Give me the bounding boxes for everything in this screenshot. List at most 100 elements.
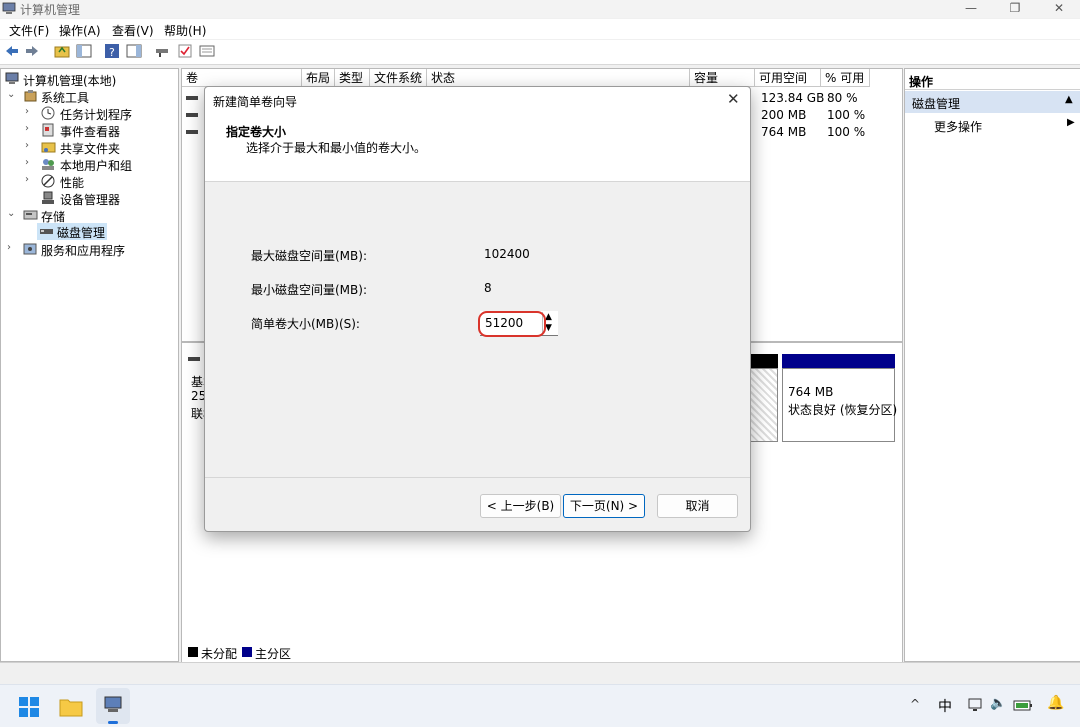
storage-icon bbox=[23, 210, 38, 220]
file-explorer-icon[interactable] bbox=[59, 696, 83, 718]
tree-item-shared-folders[interactable]: › 共享文件夹 bbox=[3, 139, 173, 156]
menu-help[interactable]: 帮助(H) bbox=[164, 22, 206, 39]
tree-item-label: 事件查看器 bbox=[60, 125, 121, 139]
services-icon bbox=[23, 243, 37, 255]
device-manager-icon bbox=[42, 191, 54, 204]
chevron-down-icon[interactable]: ⌄ bbox=[7, 89, 17, 100]
toolbar: ? bbox=[0, 40, 1080, 65]
title-bar: 计算机管理 — ❐ ✕ bbox=[0, 0, 1080, 18]
tree-item-disk-management[interactable]: 磁盘管理 bbox=[37, 223, 107, 240]
actions-section-label: 磁盘管理 bbox=[912, 97, 961, 111]
tree-item-device-manager[interactable]: 设备管理器 bbox=[3, 190, 173, 207]
tree-item-services-apps[interactable]: › 服务和应用程序 bbox=[3, 241, 173, 258]
partition-size: 764 MB bbox=[788, 385, 834, 399]
table-cell-free: 123.84 GB bbox=[761, 91, 825, 105]
minimize-button[interactable]: — bbox=[948, 0, 994, 18]
collapse-icon[interactable]: ▲ bbox=[1065, 94, 1073, 105]
legend-unallocated-swatch bbox=[188, 647, 198, 657]
tree-item-label: 服务和应用程序 bbox=[41, 244, 126, 258]
column-header-status[interactable]: 状态 bbox=[427, 69, 690, 87]
network-icon[interactable] bbox=[967, 697, 983, 713]
close-window-button[interactable]: ✕ bbox=[1036, 0, 1080, 18]
table-cell-free: 200 MB bbox=[761, 108, 807, 122]
maximize-button[interactable]: ❐ bbox=[992, 0, 1038, 18]
column-header-capacity[interactable]: 容量 bbox=[690, 69, 755, 87]
help-icon[interactable]: ? bbox=[104, 43, 120, 59]
show-hide-tree-icon[interactable] bbox=[76, 43, 92, 59]
menu-bar: 文件(F) 操作(A) 查看(V) 帮助(H) bbox=[0, 19, 1080, 39]
spinner-down-icon[interactable]: ▼ bbox=[545, 323, 552, 333]
windows-start-icon[interactable] bbox=[18, 696, 40, 718]
wizard-subheading: 选择介于最大和最小值的卷大小。 bbox=[246, 141, 427, 155]
chevron-right-icon[interactable]: › bbox=[25, 174, 35, 185]
checklist-icon[interactable] bbox=[177, 43, 193, 59]
unallocated-bar bbox=[748, 354, 778, 368]
chevron-right-icon[interactable]: › bbox=[25, 123, 35, 134]
ime-indicator[interactable]: 中 bbox=[938, 696, 952, 716]
tree-item-label: 性能 bbox=[60, 176, 85, 190]
actions-header: 操作 bbox=[905, 69, 1080, 90]
back-button[interactable]: < 上一步(B) bbox=[480, 494, 561, 518]
up-folder-icon[interactable] bbox=[54, 43, 70, 59]
actions-header-label: 操作 bbox=[909, 75, 934, 89]
tree-item-system-tools[interactable]: ⌄ 系统工具 bbox=[3, 88, 173, 105]
column-header-percent-free[interactable]: % 可用 bbox=[821, 69, 870, 87]
recovery-partition[interactable]: 764 MB 状态良好 (恢复分区) bbox=[782, 368, 898, 442]
menu-action[interactable]: 操作(A) bbox=[59, 22, 101, 39]
tree-item-label: 本地用户和组 bbox=[60, 159, 133, 173]
table-cell-pct: 100 % bbox=[827, 108, 866, 122]
dialog-close-icon[interactable]: ✕ bbox=[727, 90, 740, 108]
connect-icon[interactable] bbox=[154, 43, 170, 59]
computer-management-icon bbox=[104, 696, 122, 712]
actions-section-disk-management[interactable]: 磁盘管理 ▲ bbox=[905, 91, 1080, 113]
tree-item-storage[interactable]: ⌄ 存储 bbox=[3, 207, 173, 224]
tree-root[interactable]: 计算机管理(本地) bbox=[3, 71, 173, 88]
notification-bell-icon[interactable]: 🔔 bbox=[1047, 695, 1064, 711]
tree-item-label: 磁盘管理 bbox=[57, 226, 106, 240]
menu-view[interactable]: 查看(V) bbox=[112, 22, 154, 39]
column-header-layout[interactable]: 布局 bbox=[302, 69, 335, 87]
tree-item-local-users[interactable]: › 本地用户和组 bbox=[3, 156, 173, 173]
taskbar-computer-management[interactable] bbox=[96, 688, 130, 724]
column-header-free-space[interactable]: 可用空间 bbox=[755, 69, 821, 87]
active-indicator bbox=[108, 721, 118, 724]
tree-item-performance[interactable]: › 性能 bbox=[3, 173, 173, 190]
primary-partition-bar bbox=[782, 354, 895, 368]
chevron-right-icon[interactable]: › bbox=[7, 242, 17, 253]
spinner-up-icon[interactable]: ▲ bbox=[545, 312, 552, 322]
wizard-heading: 指定卷大小 bbox=[226, 125, 287, 139]
forward-arrow-icon[interactable] bbox=[24, 43, 40, 59]
legend-primary-swatch bbox=[242, 647, 252, 657]
wizard-header: 指定卷大小 选择介于最大和最小值的卷大小。 bbox=[205, 113, 750, 182]
chevron-up-icon[interactable]: ^ bbox=[910, 697, 920, 711]
volume-icon[interactable]: 🔈 bbox=[990, 696, 1006, 711]
computer-management-icon bbox=[2, 2, 16, 14]
taskbar: ^ 中 🔈 🔔 bbox=[0, 684, 1080, 727]
back-arrow-icon[interactable] bbox=[4, 43, 20, 59]
chevron-right-icon[interactable]: › bbox=[25, 157, 35, 168]
column-header-type[interactable]: 类型 bbox=[335, 69, 370, 87]
battery-icon[interactable] bbox=[1013, 698, 1033, 712]
actions-pane: 操作 磁盘管理 ▲ 更多操作 ▶ bbox=[904, 68, 1080, 662]
more-actions-item[interactable]: 更多操作 ▶ bbox=[905, 115, 1080, 135]
properties-icon[interactable] bbox=[199, 43, 215, 59]
unallocated-region[interactable] bbox=[748, 368, 778, 442]
menu-file[interactable]: 文件(F) bbox=[9, 22, 49, 39]
tree-item-event-viewer[interactable]: › 事件查看器 bbox=[3, 122, 173, 139]
performance-icon bbox=[41, 174, 55, 188]
submenu-arrow-icon: ▶ bbox=[1067, 117, 1075, 128]
chevron-right-icon[interactable]: › bbox=[25, 106, 35, 117]
tree-item-task-scheduler[interactable]: › 任务计划程序 bbox=[3, 105, 173, 122]
legend-primary-label: 主分区 bbox=[255, 647, 292, 661]
footer-divider bbox=[205, 477, 750, 478]
chevron-down-icon[interactable]: ⌄ bbox=[7, 208, 17, 219]
show-action-pane-icon[interactable] bbox=[126, 43, 142, 59]
column-header-filesystem[interactable]: 文件系统 bbox=[370, 69, 427, 87]
chevron-right-icon[interactable]: › bbox=[25, 140, 35, 151]
navigation-tree: 计算机管理(本地) ⌄ 系统工具 › 任务计划程序 › 事件查看器 › 共享文件… bbox=[0, 68, 179, 662]
next-button[interactable]: 下一页(N) > bbox=[563, 494, 645, 518]
column-header-volume[interactable]: 卷 bbox=[182, 69, 302, 87]
cancel-button[interactable]: 取消 bbox=[657, 494, 738, 518]
volume-icon bbox=[186, 113, 198, 117]
partition-status: 状态良好 (恢复分区) bbox=[788, 403, 898, 417]
